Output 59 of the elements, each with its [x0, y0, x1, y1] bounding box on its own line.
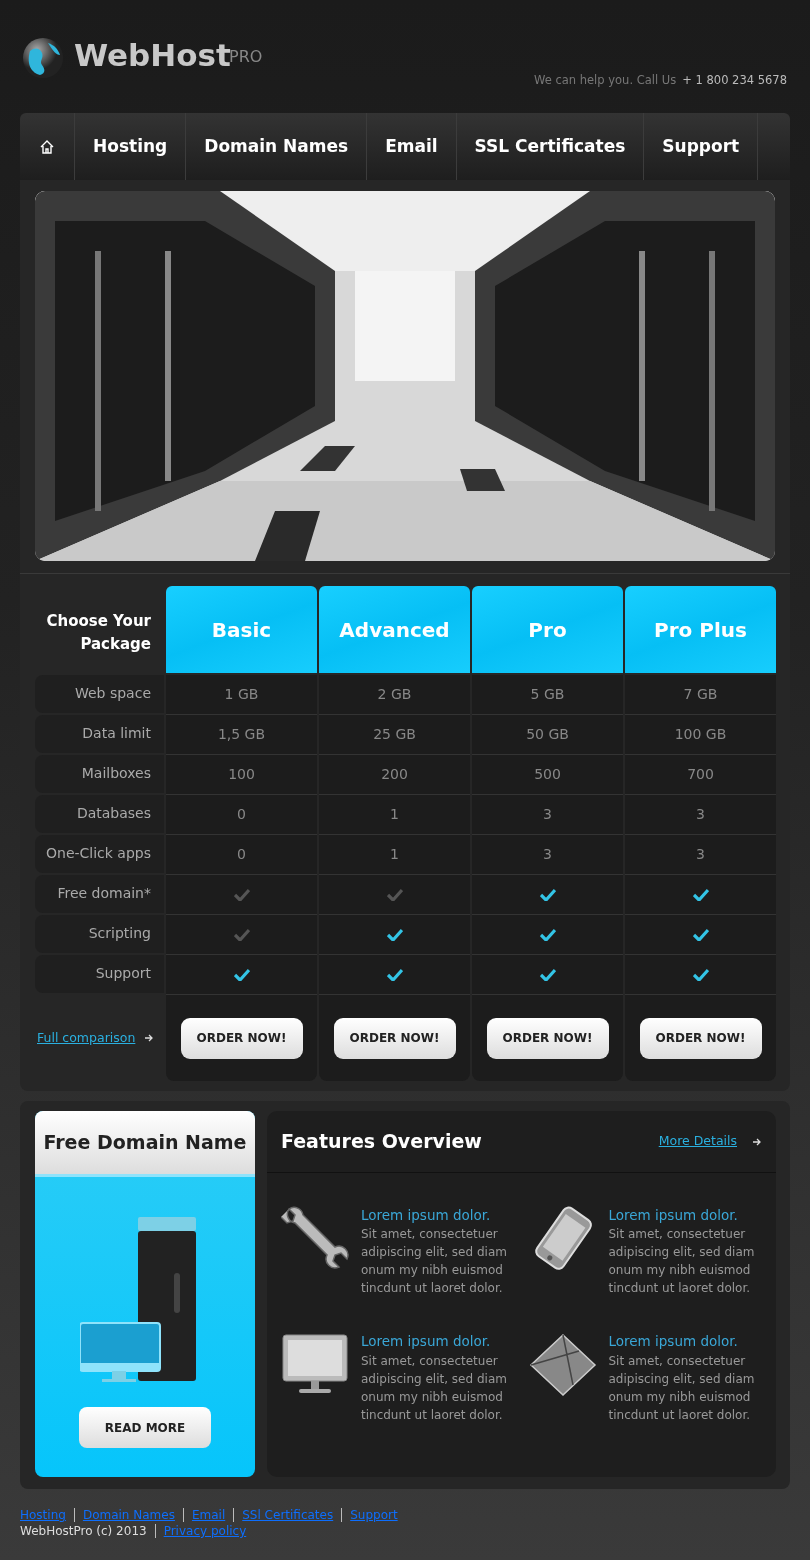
read-more-button[interactable]: READ MORE [79, 1407, 211, 1448]
table-cell: 1 [319, 835, 470, 875]
table-cell: 1,5 GB [166, 715, 317, 755]
phone-number: + 1 800 234 5678 [682, 73, 787, 87]
more-details-link[interactable]: More Details [658, 1132, 737, 1151]
table-cell: 500 [472, 755, 623, 795]
feature-heading: Lorem ipsum dolor. [608, 1206, 739, 1225]
order-button[interactable]: ORDER NOW! [333, 1017, 456, 1059]
table-cell: 100 [166, 755, 317, 795]
contact-text: We can help you. Call Us [534, 73, 677, 87]
feature-text: Sit amet, consectetuer adipiscing elit, sed diam onum my nibh euismod tincdunt ut laoret dolor. [361, 1226, 508, 1298]
feature-label: One-Click apps [35, 835, 164, 873]
copyright-text: WebHostPro (c) 2013 [20, 1524, 148, 1538]
table-cell: 5 GB [472, 675, 623, 715]
feature-text: Sit amet, consectetuer adipiscing elit, sed diam onum my nibh euismod tincdunt ut laoret dolor. [608, 1352, 756, 1424]
globe-icon [22, 37, 64, 79]
pricing-title: Choose Your Package [45, 611, 152, 655]
table-cell: 3 [472, 795, 623, 835]
plan-header: Basic [166, 586, 317, 673]
table-cell: 1 [319, 795, 470, 835]
table-cell: 25 GB [319, 715, 470, 755]
comparison-link[interactable]: Full comparison [37, 1028, 136, 1048]
feature-label: Mailboxes [35, 755, 164, 793]
table-cell: 50 GB [472, 715, 623, 755]
table-cell: 3 [472, 835, 623, 875]
table-cell: 700 [625, 755, 776, 795]
feature-heading: Lorem ipsum dolor. [361, 1332, 492, 1352]
logo-suffix: PRO [229, 47, 263, 68]
feature-text: Sit amet, consectetuer adipiscing elit, sed diam onum my nibh euismod tincdunt ut laoret dolor. [608, 1226, 756, 1298]
features-title: Features Overview [281, 1129, 482, 1155]
table-cell: 2 GB [319, 675, 470, 715]
feature-heading: Lorem ipsum dolor. [361, 1206, 492, 1225]
feature-label: Databases [35, 795, 164, 833]
feature-label: Free domain* [35, 875, 164, 913]
arrow-icon [145, 1034, 155, 1042]
table-cell: 3 [625, 795, 776, 835]
arrow-icon [753, 1137, 762, 1146]
table-cell: 0 [166, 835, 317, 875]
feature-heading: Lorem ipsum dolor. [608, 1332, 739, 1352]
logo-text: WebHost [74, 40, 231, 71]
feature-label: Data limit [35, 715, 164, 753]
table-cell: 7 GB [625, 675, 776, 715]
plan-header: Advanced [319, 586, 470, 673]
promo-title: Free Domain Name [35, 1111, 255, 1177]
plan-header: Pro [472, 586, 623, 673]
table-cell: 1 GB [166, 675, 317, 715]
table-cell: 200 [319, 755, 470, 795]
table-cell: 3 [625, 835, 776, 875]
order-button[interactable]: ORDER NOW! [486, 1017, 609, 1059]
feature-label: Support [35, 955, 164, 993]
feature-text: Sit amet, consectetuer adipiscing elit, sed diam onum my nibh euismod tincdunt ut laoret dolor. [361, 1352, 508, 1424]
order-button[interactable]: ORDER NOW! [180, 1017, 303, 1059]
feature-label: Scripting [35, 915, 164, 953]
feature-label: Web space [35, 675, 164, 713]
table-cell: 100 GB [625, 715, 776, 755]
home-icon [39, 138, 55, 155]
order-button[interactable]: ORDER NOW! [639, 1017, 762, 1059]
plan-header: Pro Plus [625, 586, 776, 673]
table-cell: 0 [166, 795, 317, 835]
